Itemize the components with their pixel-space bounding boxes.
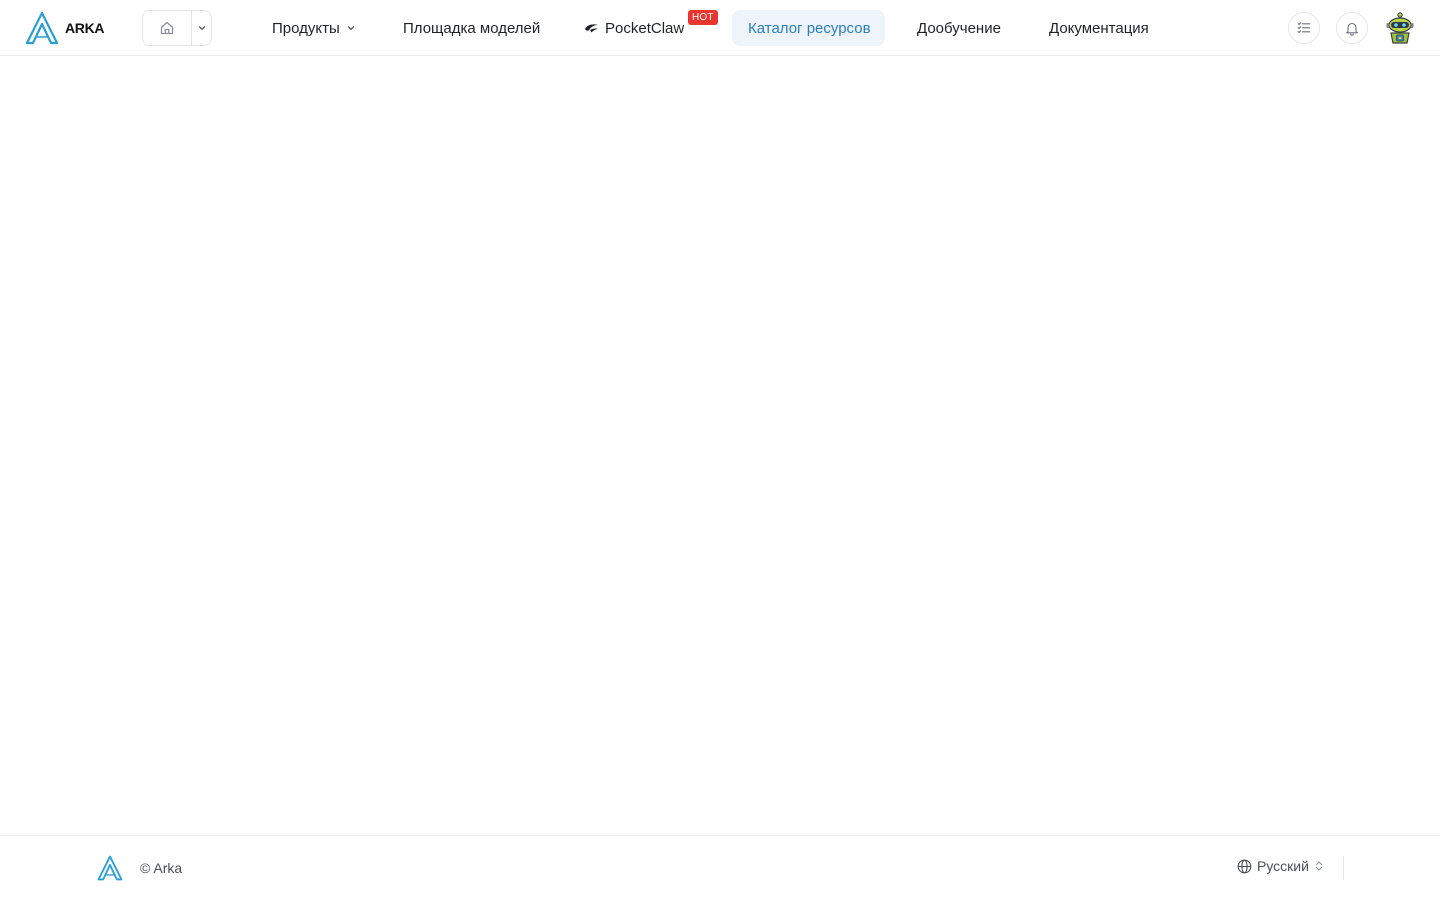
nav-model-marketplace[interactable]: Площадка моделей (387, 10, 556, 46)
top-header: ARKA Продукты Площадка моделей PocketCla… (0, 0, 1440, 56)
nav-fine-tuning-label: Дообучение (917, 19, 1001, 37)
nav-pocketclaw-label: PocketClaw (605, 19, 685, 37)
hot-badge: HOT (688, 10, 718, 25)
notifications-button[interactable] (1336, 12, 1368, 44)
globe-icon (1237, 859, 1252, 873)
brand-logo[interactable]: ARKA (25, 11, 105, 45)
nav-fine-tuning[interactable]: Дообучение (901, 10, 1017, 46)
bell-icon (1346, 22, 1358, 36)
nav-products[interactable]: Продукты (256, 10, 372, 46)
copyright-text: © Arka (140, 860, 183, 876)
chevron-down-icon (347, 26, 354, 30)
tasks-button[interactable] (1288, 12, 1320, 44)
home-icon (160, 21, 174, 35)
brand-name: ARKA (65, 20, 105, 36)
arka-logo-icon (97, 855, 123, 881)
chevron-up-down-icon (1315, 861, 1323, 871)
workspace-dropdown-button[interactable] (192, 11, 211, 45)
nav-documentation[interactable]: Документация (1033, 10, 1165, 46)
footer-divider (1343, 856, 1344, 880)
workspace-switcher (142, 10, 212, 46)
home-button[interactable] (143, 11, 192, 45)
nav-resource-catalog-label: Каталог ресурсов (748, 19, 871, 37)
user-avatar[interactable] (1384, 11, 1416, 45)
arka-logo-icon (25, 11, 59, 45)
nav-model-marketplace-label: Площадка моделей (403, 19, 541, 37)
robot-avatar-icon (1386, 12, 1414, 44)
nav-resource-catalog[interactable]: Каталог ресурсов (732, 10, 885, 46)
language-selector[interactable]: Русский (1237, 858, 1323, 874)
nav-products-label: Продукты (272, 19, 340, 37)
claw-icon (585, 24, 598, 33)
chevron-down-icon (198, 26, 205, 30)
language-label: Русский (1257, 858, 1309, 874)
nav-pocketclaw[interactable]: PocketClaw (568, 10, 700, 46)
page-footer: © Arka Русский (0, 835, 1440, 900)
nav-documentation-label: Документация (1049, 19, 1149, 37)
task-list-icon (1297, 22, 1311, 34)
